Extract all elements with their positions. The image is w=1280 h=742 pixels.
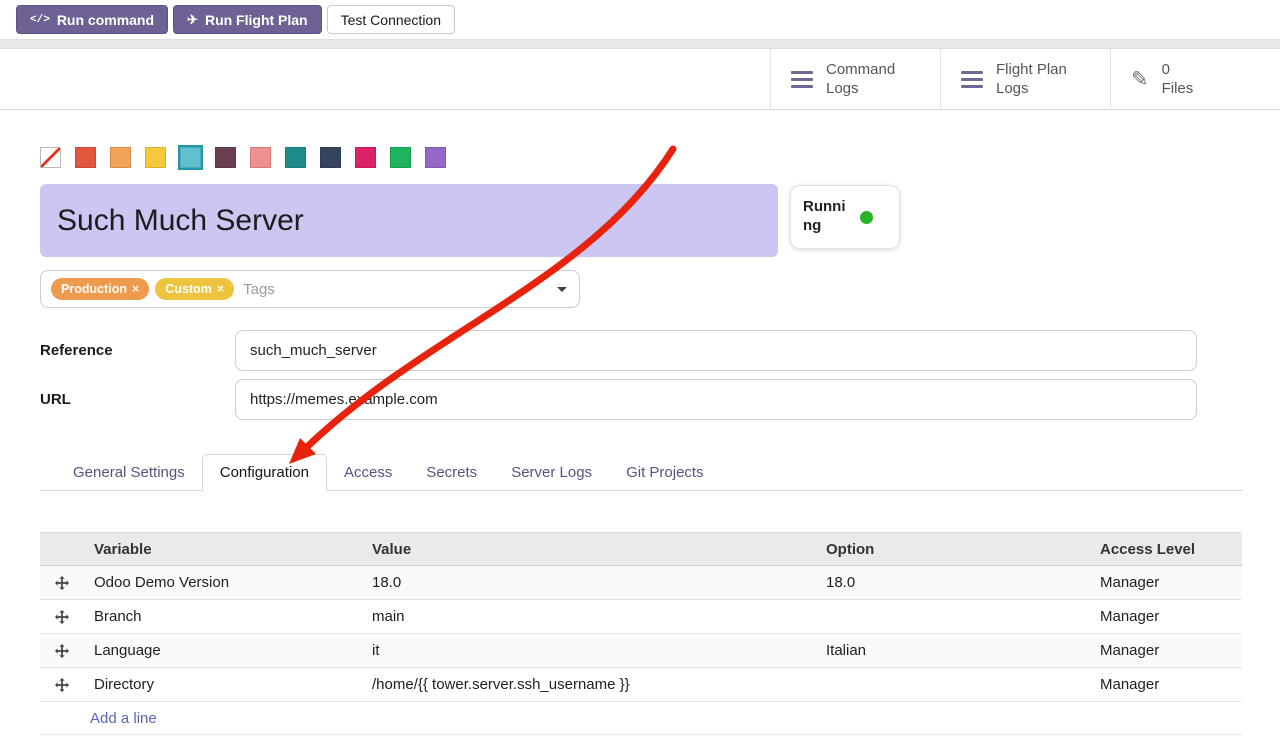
reference-input[interactable]: such_much_server	[235, 330, 1197, 371]
cell-variable: Directory	[84, 676, 362, 693]
color-swatch[interactable]	[355, 147, 376, 168]
tab-access[interactable]: Access	[327, 455, 409, 490]
color-swatch-none[interactable]	[40, 147, 61, 168]
notebook-tabs: General Settings Configuration Access Se…	[40, 454, 1242, 491]
color-swatch[interactable]	[75, 147, 96, 168]
edit-icon: ✎	[1131, 67, 1149, 92]
tags-input[interactable]: Production × Custom × Tags	[40, 270, 580, 308]
cell-option: 18.0	[816, 574, 1090, 591]
variables-table: Variable Value Option Access Level Odoo …	[40, 532, 1242, 735]
column-header-value[interactable]: Value	[362, 541, 816, 558]
cell-variable: Odoo Demo Version	[84, 574, 362, 591]
form-header: Command Logs Flight Plan Logs ✎ 0 Files	[0, 49, 1280, 110]
color-swatch[interactable]	[250, 147, 271, 168]
server-name-input[interactable]: Such Much Server	[40, 184, 778, 257]
tag-label: Custom	[165, 282, 212, 296]
drag-handle-icon[interactable]	[40, 644, 84, 658]
tag-custom: Custom ×	[155, 278, 234, 300]
color-swatch[interactable]	[390, 147, 411, 168]
command-logs-button[interactable]: Command Logs	[770, 49, 940, 109]
tag-remove-icon[interactable]: ×	[132, 282, 139, 296]
table-header-row: Variable Value Option Access Level	[40, 532, 1242, 566]
drag-handle-icon[interactable]	[40, 678, 84, 692]
form-sheet: Such Much Server Running Production × Cu…	[0, 147, 1280, 735]
hamburger-icon	[791, 71, 813, 88]
hamburger-icon	[961, 71, 983, 88]
cell-value: /home/{{ tower.server.ssh_username }}	[362, 676, 816, 693]
test-connection-label: Test Connection	[341, 12, 441, 28]
add-line-row: Add a line	[40, 702, 1242, 735]
color-palette	[40, 147, 1242, 168]
column-header-access-level[interactable]: Access Level	[1090, 541, 1242, 558]
table-row[interactable]: Branch main Manager	[40, 600, 1242, 634]
table-row[interactable]: Directory /home/{{ tower.server.ssh_user…	[40, 668, 1242, 702]
color-swatch[interactable]	[145, 147, 166, 168]
table-row[interactable]: Language it Italian Manager	[40, 634, 1242, 668]
drag-handle-icon[interactable]	[40, 610, 84, 624]
files-count: 0	[1162, 60, 1194, 80]
cell-variable: Language	[84, 642, 362, 659]
cell-option: Italian	[816, 642, 1090, 659]
reference-label: Reference	[40, 342, 235, 359]
cell-access-level: Manager	[1090, 574, 1242, 591]
run-flight-plan-button[interactable]: ✈ Run Flight Plan	[173, 5, 322, 34]
tag-remove-icon[interactable]: ×	[217, 282, 224, 296]
tags-placeholder: Tags	[243, 281, 275, 298]
command-logs-label: Command Logs	[826, 60, 912, 99]
tab-git-projects[interactable]: Git Projects	[609, 455, 721, 490]
flight-plan-logs-label: Flight Plan Logs	[996, 60, 1082, 99]
url-input[interactable]: https://memes.example.com	[235, 379, 1197, 420]
run-command-label: Run command	[57, 12, 154, 28]
code-icon: </>	[30, 14, 50, 26]
cell-value: main	[362, 608, 816, 625]
tab-configuration[interactable]: Configuration	[202, 454, 327, 491]
cell-value: it	[362, 642, 816, 659]
cell-access-level: Manager	[1090, 642, 1242, 659]
run-flight-plan-label: Run Flight Plan	[205, 12, 308, 28]
run-command-button[interactable]: </> Run command	[16, 5, 168, 34]
dropdown-caret-icon[interactable]	[557, 287, 567, 292]
status-label: Running	[803, 198, 851, 236]
column-header-variable[interactable]: Variable	[84, 541, 362, 558]
status-dot	[860, 211, 873, 224]
cell-value: 18.0	[362, 574, 816, 591]
files-button[interactable]: ✎ 0 Files	[1110, 49, 1280, 109]
plane-icon: ✈	[187, 12, 198, 28]
color-swatch[interactable]	[320, 147, 341, 168]
test-connection-button[interactable]: Test Connection	[327, 5, 455, 34]
cell-variable: Branch	[84, 608, 362, 625]
color-swatch[interactable]	[425, 147, 446, 168]
color-swatch[interactable]	[110, 147, 131, 168]
add-a-line-link[interactable]: Add a line	[90, 710, 157, 727]
tab-server-logs[interactable]: Server Logs	[494, 455, 609, 490]
color-swatch-selected[interactable]	[180, 147, 201, 168]
tab-general-settings[interactable]: General Settings	[56, 455, 202, 490]
column-header-option[interactable]: Option	[816, 541, 1090, 558]
files-label: Files	[1162, 79, 1194, 99]
cell-access-level: Manager	[1090, 676, 1242, 693]
status-button-running[interactable]: Running	[790, 185, 900, 249]
drag-handle-icon[interactable]	[40, 576, 84, 590]
url-label: URL	[40, 391, 235, 408]
color-swatch[interactable]	[285, 147, 306, 168]
page-background-strip	[0, 39, 1280, 49]
tag-production: Production ×	[51, 278, 149, 300]
flight-plan-logs-button[interactable]: Flight Plan Logs	[940, 49, 1110, 109]
color-swatch[interactable]	[215, 147, 236, 168]
table-row[interactable]: Odoo Demo Version 18.0 18.0 Manager	[40, 566, 1242, 600]
cell-access-level: Manager	[1090, 608, 1242, 625]
tab-secrets[interactable]: Secrets	[409, 455, 494, 490]
action-toolbar: </> Run command ✈ Run Flight Plan Test C…	[0, 0, 1280, 39]
tag-label: Production	[61, 282, 127, 296]
